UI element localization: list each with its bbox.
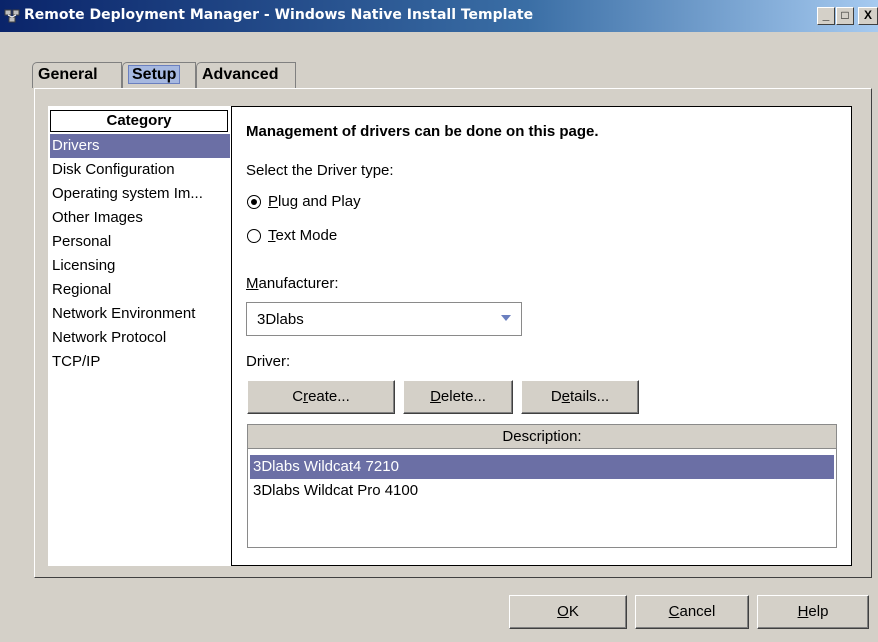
category-item-other-images[interactable]: Other Images [50, 206, 230, 230]
driver-table[interactable]: Description: 3Dlabs Wildcat4 7210 3Dlabs… [247, 424, 837, 548]
category-item-regional[interactable]: Regional [50, 278, 230, 302]
category-item-drivers[interactable]: Drivers [50, 134, 230, 158]
page-heading: Management of drivers can be done on thi… [246, 123, 599, 140]
manufacturer-dropdown[interactable]: 3Dlabs [246, 302, 522, 336]
plug-and-play-label[interactable]: Plug and Play [268, 193, 361, 210]
category-item-tcp-ip[interactable]: TCP/IP [50, 350, 230, 374]
window-title: Remote Deployment Manager - Windows Nati… [24, 7, 534, 23]
category-item-personal[interactable]: Personal [50, 230, 230, 254]
create-button[interactable]: Create... [247, 380, 395, 414]
tab-setup[interactable]: Setup [122, 62, 196, 88]
divider [232, 106, 852, 107]
plug-and-play-radio[interactable] [247, 195, 261, 209]
category-item-network-protocol[interactable]: Network Protocol [50, 326, 230, 350]
driver-label: Driver: [246, 353, 291, 370]
tab-advanced-label: Advanced [202, 66, 279, 83]
tab-general[interactable]: General [32, 62, 122, 88]
close-button[interactable]: X [858, 7, 878, 25]
table-row[interactable]: 3Dlabs Wildcat Pro 4100 [250, 479, 834, 503]
ok-button[interactable]: OK [509, 595, 627, 629]
cancel-button[interactable]: Cancel [635, 595, 749, 629]
tab-advanced[interactable]: Advanced [196, 62, 296, 88]
driver-type-label: Select the Driver type: [246, 162, 394, 179]
tab-general-label: General [38, 66, 98, 83]
description-column-header[interactable]: Description: [248, 425, 836, 449]
manufacturer-label: Manufacturer: [246, 275, 339, 292]
minimize-button[interactable]: _ [817, 7, 835, 25]
delete-button[interactable]: Delete... [403, 380, 513, 414]
maximize-button[interactable]: □ [836, 7, 854, 25]
chevron-down-icon[interactable] [501, 315, 511, 321]
table-row[interactable]: 3Dlabs Wildcat4 7210 [250, 455, 834, 479]
text-mode-label[interactable]: Text Mode [268, 227, 337, 244]
title-bar[interactable]: Remote Deployment Manager - Windows Nati… [0, 0, 878, 32]
category-header: Category [50, 110, 228, 132]
category-item-licensing[interactable]: Licensing [50, 254, 230, 278]
manufacturer-value: 3Dlabs [257, 311, 304, 328]
category-item-network-environment[interactable]: Network Environment [50, 302, 230, 326]
help-button[interactable]: Help [757, 595, 869, 629]
category-item-disk-configuration[interactable]: Disk Configuration [50, 158, 230, 182]
app-icon [4, 9, 20, 23]
category-item-operating-system-images[interactable]: Operating system Im... [50, 182, 230, 206]
text-mode-radio[interactable] [247, 229, 261, 243]
details-button[interactable]: Details... [521, 380, 639, 414]
tab-setup-label: Setup [128, 65, 181, 84]
